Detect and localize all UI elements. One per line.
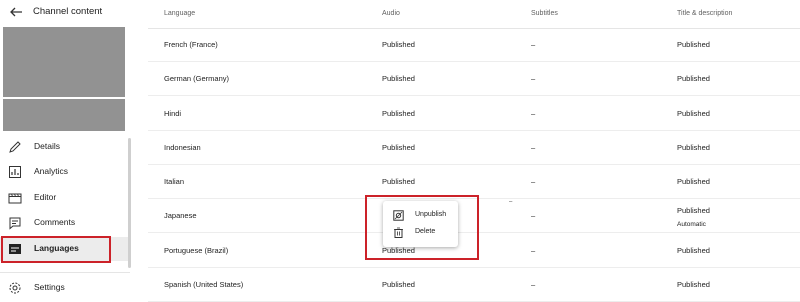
title-description-cell[interactable]: Published xyxy=(677,246,710,255)
subtitles-cell[interactable]: – xyxy=(531,109,535,118)
clapperboard-icon xyxy=(8,193,22,204)
sidebar-title: Channel content xyxy=(33,6,103,17)
nav-item-label: Comments xyxy=(34,217,76,227)
nav-item-label: Analytics xyxy=(34,166,69,176)
sidebar-header: Channel content xyxy=(0,0,135,26)
gear-icon xyxy=(9,282,21,294)
column-header-title-description[interactable]: Title & description xyxy=(677,10,732,17)
title-description-cell[interactable]: Published xyxy=(677,206,710,215)
nav-item-settings[interactable]: Settings xyxy=(0,276,128,300)
table-row[interactable]: Indonesian Published – Published xyxy=(148,130,800,165)
title-description-cell[interactable]: Published xyxy=(677,40,710,49)
subtitles-cell[interactable]: – xyxy=(531,246,535,255)
title-description-status: Automatic xyxy=(677,221,706,228)
language-cell: Japanese xyxy=(164,211,197,220)
sidebar-divider xyxy=(0,272,130,273)
nav-item-label: Settings xyxy=(34,282,65,292)
language-cell: German (Germany) xyxy=(164,74,230,83)
nav-item-editor[interactable]: Editor xyxy=(0,186,128,210)
subtitles-cell[interactable]: – xyxy=(531,177,535,186)
sidebar-scrollbar[interactable] xyxy=(128,138,131,268)
nav-item-details[interactable]: Details xyxy=(0,135,128,159)
title-description-cell[interactable]: Published xyxy=(677,143,710,152)
language-cell: Indonesian xyxy=(164,143,201,152)
table-row[interactable]: Hindi Published – Published xyxy=(148,96,800,131)
column-header-language[interactable]: Language xyxy=(164,10,195,17)
subtitles-cell[interactable]: – xyxy=(531,143,535,152)
title-description-cell[interactable]: Published xyxy=(677,74,710,83)
title-description-cell[interactable]: Published xyxy=(677,109,710,118)
table-row[interactable]: German (Germany) Published – Published xyxy=(148,61,800,96)
video-thumbnail xyxy=(3,27,125,97)
subtitles-cell[interactable]: – xyxy=(531,74,535,83)
audio-cell[interactable]: Published xyxy=(382,40,415,49)
table-row[interactable]: French (France) Published – Published xyxy=(148,27,800,62)
pencil-icon xyxy=(9,141,21,153)
title-description-cell[interactable]: Published xyxy=(677,177,710,186)
audio-cell[interactable]: Published xyxy=(382,74,415,83)
nav-item-comments[interactable]: Comments xyxy=(0,211,128,235)
language-cell: Portuguese (Brazil) xyxy=(164,246,229,255)
language-cell: Hindi xyxy=(164,109,182,118)
menu-highlight-box xyxy=(365,195,479,260)
nav-item-label: Editor xyxy=(34,192,57,202)
nav-item-analytics[interactable]: Analytics xyxy=(0,160,128,184)
title-description-cell[interactable]: Published xyxy=(677,280,710,289)
subtitles-cell[interactable]: – xyxy=(531,40,535,49)
column-header-subtitles[interactable]: Subtitles xyxy=(531,10,558,17)
language-cell: Spanish (United States) xyxy=(164,280,244,289)
table-row[interactable]: Italian Published – Published xyxy=(148,164,800,199)
languages-highlight-box xyxy=(1,236,111,263)
audio-cell[interactable]: Published xyxy=(382,109,415,118)
table-header: Language Audio Subtitles Title & descrip… xyxy=(148,0,800,29)
subtitles-cell[interactable]: – xyxy=(531,280,535,289)
video-title-placeholder xyxy=(3,99,125,131)
audio-cell[interactable]: Published xyxy=(382,280,415,289)
language-cell: French (France) xyxy=(164,40,218,49)
dash-mark: – xyxy=(509,199,513,205)
column-header-audio[interactable]: Audio xyxy=(382,10,400,17)
subtitles-cell[interactable]: – xyxy=(531,211,535,220)
analytics-icon xyxy=(9,166,21,178)
audio-cell[interactable]: Published xyxy=(382,177,415,186)
nav-item-label: Details xyxy=(34,141,60,151)
language-cell: Italian xyxy=(164,177,185,186)
table-row[interactable]: Spanish (United States) Published – Publ… xyxy=(148,267,800,302)
audio-cell[interactable]: Published xyxy=(382,143,415,152)
comments-icon xyxy=(9,217,21,230)
sidebar: Channel content Details Analytics Editor… xyxy=(0,0,135,302)
back-arrow-icon[interactable] xyxy=(8,4,24,20)
